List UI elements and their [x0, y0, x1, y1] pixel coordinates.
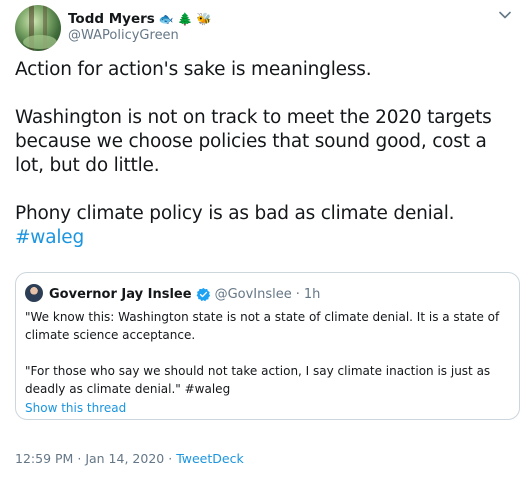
tree-emoji-icon: 🌲 — [177, 12, 193, 26]
dot-separator: · — [77, 451, 82, 466]
tweet-paragraph: Phony climate policy is as bad as climat… — [15, 202, 520, 250]
quoted-timestamp: 1h — [303, 286, 321, 302]
tweet-source-link[interactable]: TweetDeck — [176, 451, 244, 466]
verified-badge-icon — [196, 287, 210, 301]
quoted-paragraph: "For those who say we should not take ac… — [25, 364, 491, 396]
avatar-forest-path — [23, 35, 57, 49]
quoted-avatar — [25, 284, 43, 302]
author-name-row: Todd Myers 🐟 🌲 🐝 — [68, 10, 212, 28]
author-handle[interactable]: @WAPolicyGreen — [68, 28, 179, 43]
quoted-tweet-card[interactable]: Governor Jay Inslee @GovInslee · 1h "We … — [15, 272, 520, 420]
tweet-text: Action for action's sake is meaningless.… — [15, 58, 520, 250]
tweet-time[interactable]: 12:59 PM — [15, 451, 73, 466]
dot-separator: · — [168, 451, 173, 466]
quoted-tweet-text: "We know this: Washington state is not a… — [25, 308, 511, 398]
tweet-paragraph: Action for action's sake is meaningless. — [15, 59, 372, 80]
quoted-handle: @GovInslee — [214, 286, 292, 302]
show-thread-link[interactable]: Show this thread — [25, 401, 126, 415]
quoted-display-name: Governor Jay Inslee — [49, 286, 192, 302]
bee-emoji-icon: 🐝 — [196, 12, 212, 26]
author-avatar[interactable] — [15, 5, 61, 51]
fish-emoji-icon: 🐟 — [158, 12, 174, 26]
author-display-name[interactable]: Todd Myers — [68, 11, 155, 27]
tweet-paragraph-text: Phony climate policy is as bad as climat… — [15, 203, 455, 224]
hashtag-link[interactable]: #waleg — [15, 227, 84, 248]
tweet-date[interactable]: Jan 14, 2020 — [85, 451, 164, 466]
dot-separator: · — [295, 286, 300, 302]
chevron-down-icon[interactable] — [498, 8, 512, 22]
tweet-paragraph: Washington is not on track to meet the 2… — [15, 107, 492, 176]
tweet-metadata: 12:59 PM · Jan 14, 2020 · TweetDeck — [15, 451, 244, 466]
quoted-tweet-header: Governor Jay Inslee @GovInslee · 1h — [49, 285, 320, 303]
quoted-paragraph: "We know this: Washington state is not a… — [25, 310, 500, 342]
